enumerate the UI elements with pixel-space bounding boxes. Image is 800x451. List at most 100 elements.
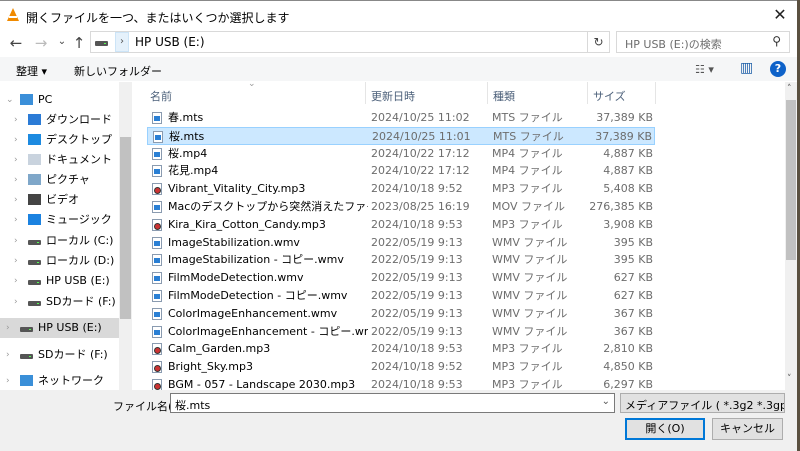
file-row[interactable]: Vibrant_Vitality_City.mp3 2024/10/18 9:52… bbox=[147, 180, 655, 198]
file-date: 2022/05/19 9:13 bbox=[371, 253, 463, 267]
file-row[interactable]: ColorImageEnhancement - コピー.wmv 2022/05/1… bbox=[147, 323, 655, 341]
file-row[interactable]: ImageStabilization - コピー.wmv 2022/05/19 9… bbox=[147, 251, 655, 269]
up-button[interactable]: ↑ bbox=[71, 34, 87, 52]
forward-button[interactable]: → bbox=[33, 34, 49, 52]
drive-icon bbox=[95, 41, 108, 46]
breadcrumb-location[interactable]: HP USB (E:) bbox=[135, 35, 205, 49]
file-row[interactable]: ColorImageEnhancement.wmv 2022/05/19 9:13… bbox=[147, 305, 655, 323]
sidebar-item-label: デスクトップ bbox=[46, 133, 112, 146]
expand-chevron-icon[interactable]: › bbox=[14, 190, 18, 210]
file-row[interactable]: ImageStabilization.wmv 2022/05/19 9:13 WMV… bbox=[147, 234, 655, 252]
sidebar-item-label: ネットワーク bbox=[38, 374, 104, 387]
file-row[interactable]: 桜.mts 2024/10/25 11:01 MTS ファイル 37,389 KB bbox=[147, 126, 655, 145]
file-type-filter[interactable]: メディアファイル ( *.3g2 *.3gp *.3gp bbox=[620, 393, 785, 413]
search-icon[interactable]: ⚲ bbox=[772, 34, 781, 48]
chevron-down-icon[interactable]: ⌄ bbox=[602, 396, 610, 407]
sidebar-item[interactable]: › ローカル (D:) bbox=[0, 251, 119, 271]
expand-chevron-icon[interactable]: › bbox=[14, 110, 18, 130]
address-bar[interactable]: › HP USB (E:) bbox=[90, 31, 588, 53]
expand-chevron-icon[interactable]: › bbox=[6, 318, 10, 338]
file-size: 395 KB bbox=[613, 235, 653, 249]
expand-chevron-icon[interactable]: › bbox=[14, 271, 18, 291]
file-type: MTS ファイル bbox=[492, 111, 563, 124]
column-header-name[interactable]: 名前 bbox=[150, 88, 172, 104]
sidebar-item[interactable]: ⌄ PC bbox=[0, 90, 119, 110]
file-row[interactable]: Bright_Sky.mp3 2024/10/18 9:52 MP3 ファイル 4,8… bbox=[147, 358, 655, 376]
expand-chevron-icon[interactable]: › bbox=[6, 371, 10, 390]
sidebar-item[interactable]: › デスクトップ bbox=[0, 130, 119, 150]
expand-chevron-icon[interactable]: › bbox=[6, 345, 10, 365]
expand-chevron-icon[interactable]: › bbox=[14, 231, 18, 251]
file-row[interactable]: Macのデスクトップから突然消えたファイルを復...2023/08/25 16:… bbox=[147, 198, 655, 216]
sidebar-item[interactable]: › SDカード (F:) bbox=[0, 292, 119, 312]
help-icon[interactable]: ? bbox=[770, 61, 786, 77]
sidebar-item[interactable]: › ネットワーク bbox=[0, 371, 119, 390]
file-list-scrollbar-thumb[interactable] bbox=[786, 100, 796, 260]
breadcrumb-chevron[interactable]: › bbox=[115, 32, 129, 52]
file-date: 2022/05/19 9:13 bbox=[371, 324, 463, 338]
new-folder-button[interactable]: 新しいフォルダー bbox=[74, 63, 162, 79]
expand-chevron-icon[interactable]: › bbox=[14, 130, 18, 150]
expand-chevron-icon[interactable]: › bbox=[14, 292, 18, 312]
column-header-date[interactable]: 更新日時 bbox=[371, 88, 415, 104]
back-button[interactable]: ← bbox=[8, 34, 24, 52]
sidebar-item-label: ピクチャ bbox=[46, 173, 90, 186]
sidebar-item[interactable]: › ドキュメント bbox=[0, 150, 119, 170]
video-file-icon bbox=[152, 325, 162, 338]
sidebar-item[interactable]: › SDカード (F:) bbox=[0, 345, 119, 365]
toolbar: 整理 ▾ 新しいフォルダー ☷ ▾ ▥ ? bbox=[0, 57, 798, 81]
file-row[interactable]: 桜.mp4 2024/10/22 17:12 MP4 ファイル 4,887 KB bbox=[147, 145, 655, 163]
file-row[interactable]: 春.mts 2024/10/25 11:02 MTS ファイル 37,389 KB bbox=[147, 109, 655, 127]
sidebar-item[interactable]: › HP USB (E:) bbox=[0, 271, 119, 291]
filename-input[interactable]: 桜.mts ⌄ bbox=[170, 393, 615, 413]
file-type: MP4 ファイル bbox=[492, 146, 563, 160]
column-header-size[interactable]: サイズ bbox=[593, 88, 626, 104]
sidebar-scrollbar[interactable] bbox=[119, 82, 132, 390]
file-row[interactable]: Calm_Garden.mp3 2024/10/18 9:53 MP3 ファイル 2,… bbox=[147, 340, 655, 358]
file-row[interactable]: 花見.mp4 2024/10/22 17:12 MP4 ファイル 4,887 KB bbox=[147, 162, 655, 180]
file-type: WMV ファイル bbox=[492, 253, 568, 267]
file-size: 627 KB bbox=[613, 271, 653, 285]
preview-pane-icon[interactable]: ▥ bbox=[740, 60, 753, 76]
video-file-icon bbox=[152, 112, 162, 124]
expand-chevron-icon[interactable]: › bbox=[14, 170, 18, 190]
sidebar-item[interactable]: › ミュージック bbox=[0, 210, 119, 230]
file-date: 2024/10/18 9:53 bbox=[371, 217, 463, 231]
file-row[interactable]: Kira_Kira_Cotton_Candy.mp3 2024/10/18 9:5… bbox=[147, 216, 655, 234]
view-options-button[interactable]: ☷ ▾ bbox=[695, 63, 714, 76]
sidebar-item-label: ビデオ bbox=[46, 193, 79, 206]
file-row[interactable]: FilmModeDetection - コピー.wmv 2022/05/19 9:… bbox=[147, 287, 655, 305]
scroll-down-icon[interactable]: ˅ bbox=[787, 374, 792, 384]
file-date: 2022/05/19 9:13 bbox=[371, 306, 463, 320]
file-name: FilmModeDetection - コピー.wmv bbox=[168, 289, 348, 302]
file-list-scrollbar[interactable]: ˄ ˅ bbox=[785, 82, 797, 390]
expand-chevron-icon[interactable]: › bbox=[14, 251, 18, 271]
sidebar-item[interactable]: › ピクチャ bbox=[0, 170, 119, 190]
file-size: 367 KB bbox=[613, 306, 653, 320]
recent-locations-button[interactable]: ⌄ bbox=[54, 36, 70, 47]
cancel-button[interactable]: キャンセル bbox=[712, 418, 783, 440]
file-row[interactable]: BGM - 057 - Landscape 2030.mp3 2024/10/18… bbox=[147, 376, 655, 390]
search-input[interactable]: HP USB (E:)の検索 ⚲ bbox=[616, 31, 790, 53]
bottom-panel: ファイル名(N): 桜.mts ⌄ メディアファイル ( *.3g2 *.3gp… bbox=[0, 390, 798, 451]
sidebar-item[interactable]: › ビデオ bbox=[0, 190, 119, 210]
expand-chevron-icon[interactable]: › bbox=[14, 210, 18, 230]
open-button[interactable]: 開く(O) bbox=[625, 418, 705, 440]
expand-chevron-icon[interactable]: › bbox=[14, 150, 18, 170]
file-date: 2022/05/19 9:13 bbox=[371, 289, 463, 302]
column-header-type[interactable]: 種類 bbox=[493, 88, 515, 104]
expand-chevron-icon[interactable]: ⌄ bbox=[6, 90, 14, 110]
refresh-button[interactable]: ↻ bbox=[588, 31, 610, 53]
sidebar-scrollbar-thumb[interactable] bbox=[120, 137, 131, 319]
file-date: 2024/10/22 17:12 bbox=[371, 146, 470, 160]
close-button[interactable]: ✕ bbox=[768, 5, 792, 25]
file-row[interactable]: FilmModeDetection.wmv 2022/05/19 9:13 WMV … bbox=[147, 269, 655, 287]
sidebar-item-label: PC bbox=[38, 93, 53, 106]
sidebar-item[interactable]: › HP USB (E:) bbox=[0, 318, 119, 338]
sidebar-item[interactable]: › ローカル (C:) bbox=[0, 231, 119, 251]
sidebar-item[interactable]: › ダウンロード bbox=[0, 110, 119, 130]
scroll-up-icon[interactable]: ˄ bbox=[787, 84, 792, 94]
organize-button[interactable]: 整理 ▾ bbox=[16, 63, 47, 79]
sidebar-item-label: SDカード (F:) bbox=[38, 348, 108, 361]
file-date: 2024/10/22 17:12 bbox=[371, 164, 470, 178]
